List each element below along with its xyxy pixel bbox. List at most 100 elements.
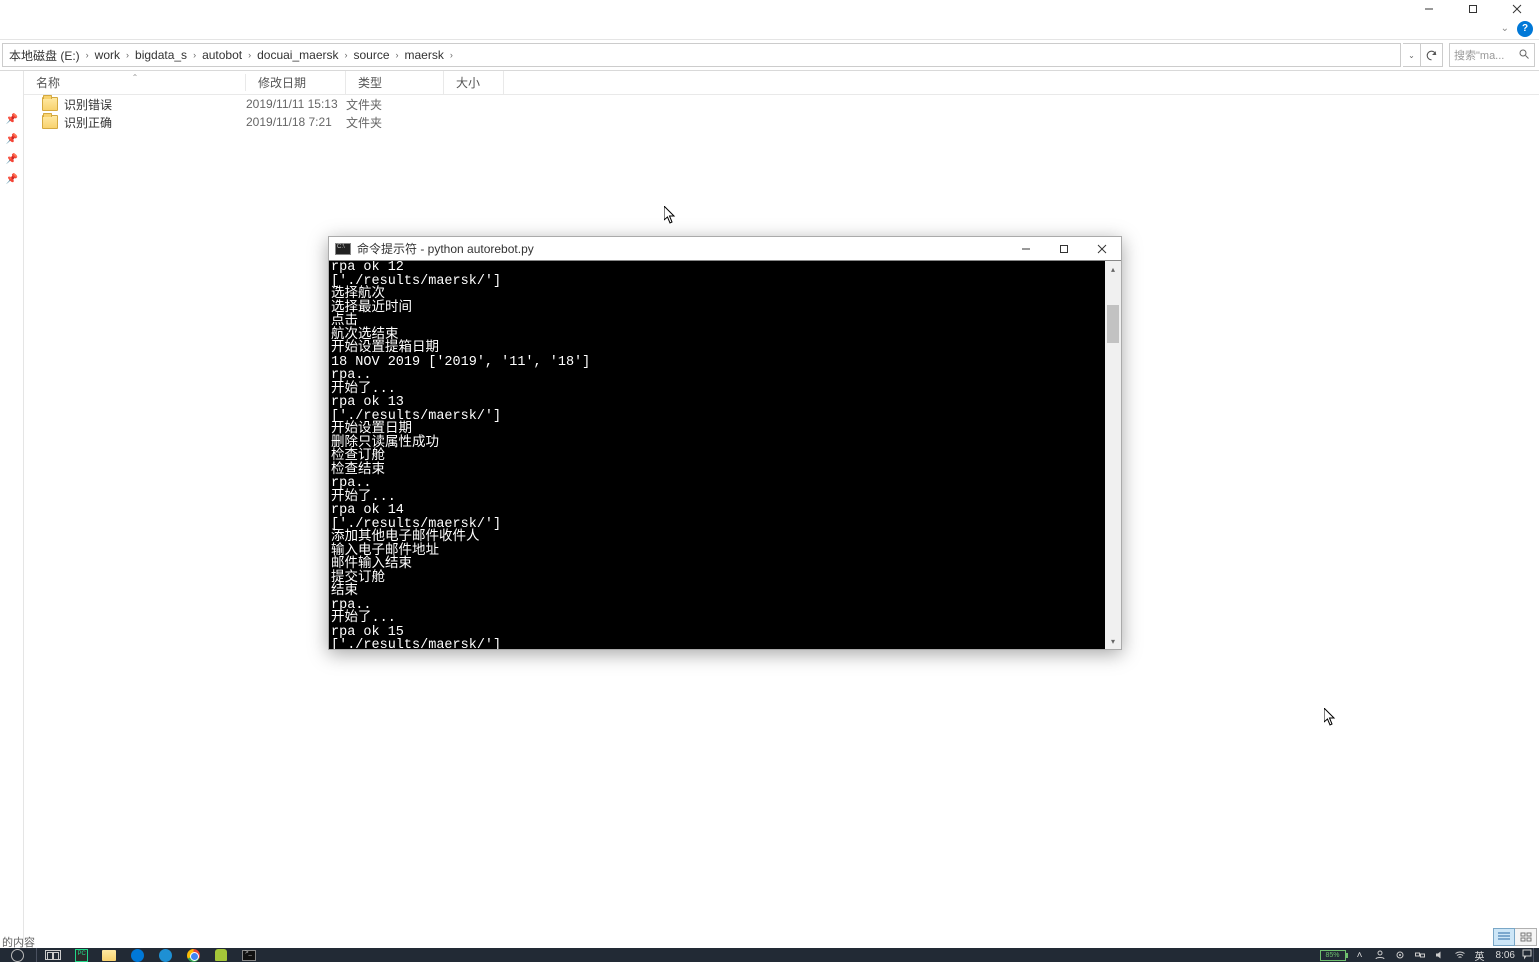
action-center-icon bbox=[1521, 948, 1533, 960]
taskbar-app-file-explorer[interactable] bbox=[95, 948, 123, 962]
file-row[interactable]: 识别错误 2019/11/11 15:13 文件夹 bbox=[24, 95, 1539, 113]
chevron-right-icon[interactable]: › bbox=[244, 50, 255, 60]
ribbon-collapse-chevron-icon[interactable]: ⌄ bbox=[1501, 23, 1509, 34]
battery-label: 85% bbox=[1326, 952, 1340, 959]
people-icon bbox=[1374, 949, 1386, 961]
file-name: 识别正确 bbox=[64, 114, 246, 131]
tray-location-icon[interactable] bbox=[1390, 948, 1410, 962]
breadcrumb-item[interactable]: maersk bbox=[403, 48, 446, 62]
minimize-icon bbox=[1021, 244, 1031, 254]
action-center-button[interactable] bbox=[1521, 948, 1533, 963]
taskbar-app-pycharm[interactable] bbox=[67, 948, 95, 962]
task-view-button[interactable] bbox=[39, 948, 67, 962]
cmd-body[interactable]: rpa ok 12 ['./results/maersk/'] 选择航次 选择最… bbox=[329, 261, 1121, 649]
ribbon-row: ⌄ ? bbox=[0, 18, 1539, 40]
refresh-icon bbox=[1425, 49, 1438, 62]
folder-icon bbox=[42, 97, 58, 111]
help-icon[interactable]: ? bbox=[1517, 21, 1533, 37]
taskbar-separator bbox=[36, 948, 37, 962]
chevron-right-icon[interactable]: › bbox=[446, 50, 457, 60]
cmd-icon bbox=[335, 243, 351, 255]
taskbar[interactable]: 的内容 85% ˄ 英 8:06 bbox=[0, 948, 1539, 962]
chevron-right-icon[interactable]: › bbox=[392, 50, 403, 60]
cmd-maximize-button[interactable] bbox=[1045, 237, 1083, 261]
taskbar-app-edge[interactable] bbox=[123, 948, 151, 962]
battery-indicator[interactable]: 85% bbox=[1320, 950, 1346, 961]
scroll-track[interactable] bbox=[1105, 277, 1121, 633]
cmd-minimize-button[interactable] bbox=[1007, 237, 1045, 261]
breadcrumb-item[interactable]: autobot bbox=[200, 48, 244, 62]
quick-access-pin-icon[interactable]: 📌 bbox=[0, 149, 24, 169]
search-input[interactable]: 搜索"ma... bbox=[1449, 43, 1535, 67]
taskbar-app-ie[interactable] bbox=[151, 948, 179, 962]
quick-access-pin-icon[interactable]: 📌 bbox=[0, 109, 24, 129]
tray-ime-button[interactable]: 英 bbox=[1470, 948, 1490, 962]
column-header-name[interactable]: 名称 bbox=[24, 74, 246, 91]
taskbar-app-chrome[interactable] bbox=[179, 948, 207, 962]
column-header-size[interactable]: 大小 bbox=[444, 71, 504, 94]
cmd-close-button[interactable] bbox=[1083, 237, 1121, 261]
chevron-right-icon[interactable]: › bbox=[122, 50, 133, 60]
minimize-icon bbox=[1424, 4, 1434, 14]
taskbar-app-android[interactable] bbox=[207, 948, 235, 962]
scroll-up-button[interactable]: ▴ bbox=[1105, 261, 1121, 277]
large-icons-view-button[interactable] bbox=[1515, 928, 1537, 946]
explorer-titlebar[interactable] bbox=[0, 0, 1539, 18]
tray-wifi-icon[interactable] bbox=[1450, 948, 1470, 962]
tray-network-icon[interactable] bbox=[1410, 948, 1430, 962]
breadcrumb-item[interactable]: 本地磁盘 (E:) bbox=[7, 47, 82, 64]
show-desktop-button[interactable] bbox=[1533, 948, 1539, 962]
cortana-button[interactable] bbox=[0, 948, 34, 962]
scroll-down-button[interactable]: ▾ bbox=[1105, 633, 1121, 649]
quick-access-pin-icon[interactable]: 📌 bbox=[0, 169, 24, 189]
chevron-right-icon[interactable]: › bbox=[340, 50, 351, 60]
quick-access-pin-icon[interactable]: 📌 bbox=[0, 129, 24, 149]
taskbar-clock[interactable]: 8:06 bbox=[1490, 950, 1521, 961]
view-options bbox=[1493, 928, 1537, 946]
volume-icon bbox=[1434, 949, 1446, 961]
address-bar-row: 本地磁盘 (E:)› work› bigdata_s› autobot› doc… bbox=[0, 40, 1539, 71]
search-icon bbox=[1518, 48, 1530, 63]
file-row[interactable]: 识别正确 2019/11/18 7:21 文件夹 bbox=[24, 113, 1539, 131]
breadcrumb[interactable]: 本地磁盘 (E:)› work› bigdata_s› autobot› doc… bbox=[2, 43, 1401, 67]
location-icon bbox=[1394, 949, 1406, 961]
file-type: 文件夹 bbox=[346, 114, 444, 131]
details-view-button[interactable] bbox=[1493, 928, 1515, 946]
tray-people-icon[interactable] bbox=[1370, 948, 1390, 962]
edge-icon bbox=[131, 949, 144, 962]
android-icon bbox=[215, 949, 227, 961]
explorer-close-button[interactable] bbox=[1495, 0, 1539, 17]
chrome-icon bbox=[187, 949, 200, 962]
cmd-scrollbar[interactable]: ▴ ▾ bbox=[1105, 261, 1121, 649]
cmd-title-text: 命令提示符 - python autorebot.py bbox=[357, 240, 534, 257]
column-header-type[interactable]: 类型 bbox=[346, 71, 444, 94]
breadcrumb-item[interactable]: work bbox=[93, 48, 122, 62]
details-view-icon bbox=[1498, 932, 1510, 942]
wifi-icon bbox=[1454, 949, 1466, 961]
system-tray: ˄ 英 bbox=[1350, 948, 1490, 962]
address-dropdown-button[interactable]: ⌄ bbox=[1403, 43, 1421, 67]
column-header-date[interactable]: 修改日期 bbox=[246, 71, 346, 94]
breadcrumb-item[interactable]: docuai_maersk bbox=[255, 48, 340, 62]
file-name: 识别错误 bbox=[64, 96, 246, 113]
folder-icon bbox=[42, 115, 58, 129]
ime-label: 英 bbox=[1475, 948, 1485, 963]
tray-volume-icon[interactable] bbox=[1430, 948, 1450, 962]
command-prompt-window[interactable]: 命令提示符 - python autorebot.py rpa ok 12 ['… bbox=[328, 236, 1122, 650]
column-headers: ⌃ 名称 修改日期 类型 大小 bbox=[24, 71, 1539, 95]
refresh-button[interactable] bbox=[1421, 43, 1443, 67]
search-placeholder: 搜索"ma... bbox=[1454, 47, 1504, 63]
cmd-output: rpa ok 12 ['./results/maersk/'] 选择航次 选择最… bbox=[329, 261, 1105, 649]
taskbar-app-cmd[interactable] bbox=[235, 948, 263, 962]
breadcrumb-item[interactable]: bigdata_s bbox=[133, 48, 189, 62]
explorer-minimize-button[interactable] bbox=[1407, 0, 1451, 17]
breadcrumb-item[interactable]: source bbox=[351, 48, 391, 62]
large-icons-view-icon bbox=[1520, 932, 1532, 942]
explorer-maximize-button[interactable] bbox=[1451, 0, 1495, 17]
chevron-right-icon[interactable]: › bbox=[189, 50, 200, 60]
close-icon bbox=[1097, 244, 1107, 254]
scroll-thumb[interactable] bbox=[1107, 305, 1119, 343]
tray-overflow-button[interactable]: ˄ bbox=[1350, 948, 1370, 962]
cmd-titlebar[interactable]: 命令提示符 - python autorebot.py bbox=[329, 237, 1121, 261]
chevron-right-icon[interactable]: › bbox=[82, 50, 93, 60]
